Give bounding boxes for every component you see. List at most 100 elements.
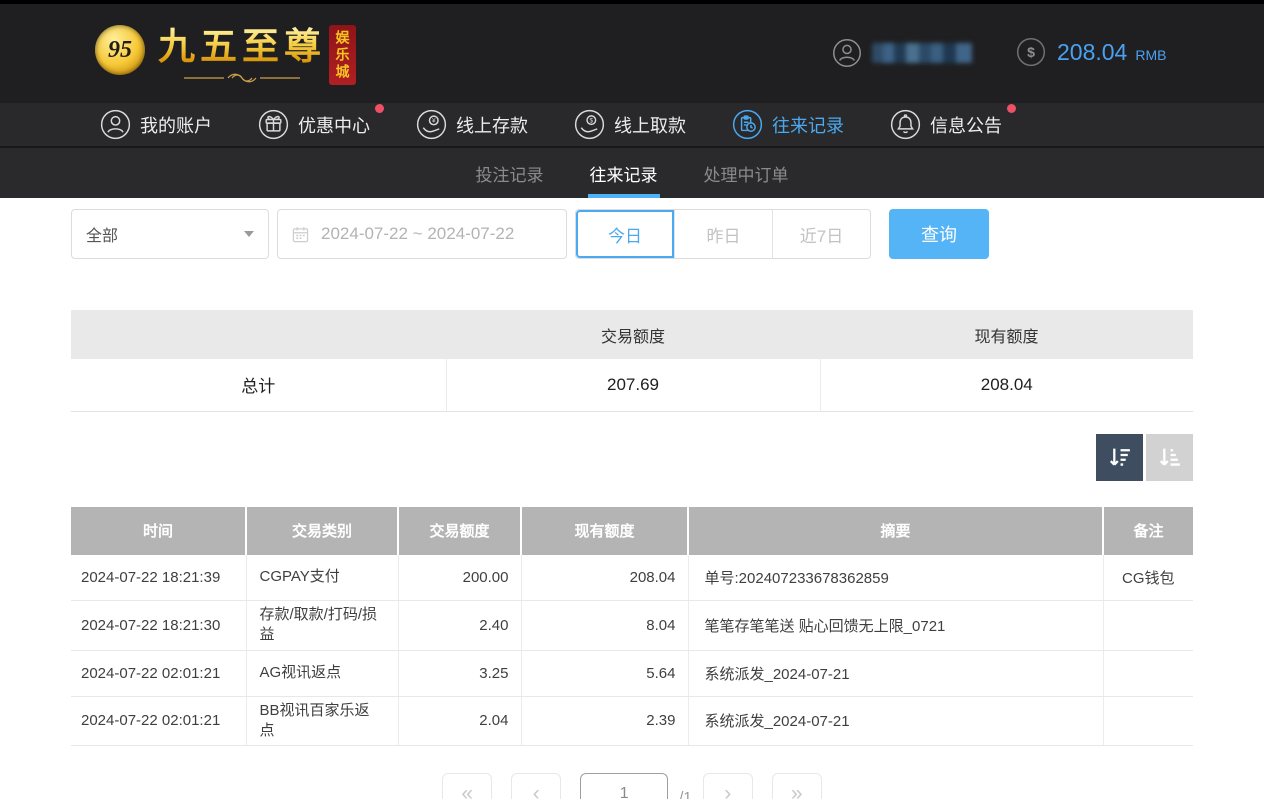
table-row: 2024-07-22 02:01:21 BB视讯百家乐返点 2.04 2.39 … bbox=[71, 696, 1193, 746]
category-select[interactable]: 全部 bbox=[71, 209, 269, 259]
nav-item-promotions[interactable]: 优惠中心 bbox=[258, 109, 370, 140]
sort-asc-icon bbox=[1156, 444, 1183, 471]
records-icon bbox=[732, 109, 763, 140]
cell-remark bbox=[1103, 696, 1193, 746]
summary-header-empty bbox=[71, 310, 446, 359]
username-redacted bbox=[872, 43, 972, 63]
summary-total-row: 总计 207.69 208.04 bbox=[71, 359, 1193, 411]
svg-text:¥: ¥ bbox=[432, 118, 436, 125]
page: 95 九五至尊 娱乐城 bbox=[0, 0, 1264, 799]
balance-amount: 208.04 bbox=[1057, 39, 1127, 66]
quick-range-last7days[interactable]: 近7日 bbox=[772, 210, 870, 258]
date-range-input[interactable]: 2024-07-22 ~ 2024-07-22 bbox=[277, 209, 567, 259]
pagination-last-button[interactable]: » bbox=[772, 773, 822, 799]
logo-flourish-ornament bbox=[182, 72, 302, 84]
cell-type: CGPAY支付 bbox=[246, 555, 398, 601]
avatar-icon bbox=[832, 38, 862, 68]
summary-total-label: 总计 bbox=[71, 359, 446, 411]
tab-betting-records[interactable]: 投注记录 bbox=[474, 148, 546, 198]
tab-label: 往来记录 bbox=[590, 161, 658, 186]
summary-header-transaction: 交易额度 bbox=[446, 310, 820, 359]
deposit-icon: ¥ bbox=[416, 109, 447, 140]
gift-icon bbox=[258, 109, 289, 140]
summary-header-balance: 现有额度 bbox=[820, 310, 1193, 359]
nav-item-my-account[interactable]: 我的账户 bbox=[100, 109, 212, 140]
table-header-row: 时间 交易类别 交易额度 现有额度 摘要 备注 bbox=[71, 507, 1193, 555]
tab-processing-orders[interactable]: 处理中订单 bbox=[702, 148, 791, 198]
cell-amount: 2.04 bbox=[398, 696, 521, 746]
site-logo[interactable]: 95 九五至尊 娱乐城 bbox=[95, 16, 356, 85]
logo-text: 九五至尊 bbox=[158, 16, 326, 84]
notification-dot bbox=[1007, 104, 1016, 113]
cell-balance: 208.04 bbox=[521, 555, 688, 601]
cell-summary: 系统派发_2024-07-21 bbox=[688, 650, 1103, 696]
content: 全部 2024-07-22 ~ 2024-07-22 今日 bbox=[71, 209, 1193, 799]
nav-label: 优惠中心 bbox=[298, 112, 370, 138]
search-button[interactable]: 查询 bbox=[889, 209, 989, 259]
cell-balance: 2.39 bbox=[521, 696, 688, 746]
cell-type: 存款/取款/打码/损益 bbox=[246, 601, 398, 651]
cell-type: BB视讯百家乐返点 bbox=[246, 696, 398, 746]
table-row: 2024-07-22 02:01:21 AG视讯返点 3.25 5.64 系统派… bbox=[71, 650, 1193, 696]
balance-currency: RMB bbox=[1135, 42, 1166, 63]
summary-total-transaction: 207.69 bbox=[446, 359, 820, 411]
pagination-page-input[interactable] bbox=[580, 773, 668, 799]
tab-transaction-records[interactable]: 往来记录 bbox=[588, 148, 660, 198]
nav-item-online-withdrawal[interactable]: $ 线上取款 bbox=[574, 109, 686, 140]
nav-item-transaction-records[interactable]: 往来记录 bbox=[732, 109, 844, 140]
sort-descending-button[interactable] bbox=[1096, 434, 1143, 481]
pagination-first-button[interactable]: « bbox=[442, 773, 492, 799]
svg-text:$: $ bbox=[1027, 44, 1035, 60]
tab-label: 处理中订单 bbox=[704, 161, 789, 186]
filter-row: 全部 2024-07-22 ~ 2024-07-22 今日 bbox=[71, 209, 1193, 259]
cell-remark: CG钱包 bbox=[1103, 555, 1193, 601]
pagination-prev-button[interactable]: ‹ bbox=[511, 773, 561, 799]
sort-controls bbox=[71, 434, 1193, 481]
sort-ascending-button[interactable] bbox=[1146, 434, 1193, 481]
table-row: 2024-07-22 18:21:39 CGPAY支付 200.00 208.0… bbox=[71, 555, 1193, 601]
record-tabs: 投注记录 往来记录 处理中订单 bbox=[0, 148, 1264, 198]
cell-amount: 200.00 bbox=[398, 555, 521, 601]
nav-label: 线上存款 bbox=[456, 112, 528, 138]
notification-dot bbox=[375, 104, 384, 113]
pagination-total-pages: /1 bbox=[679, 773, 692, 799]
pagination-next-button[interactable]: › bbox=[703, 773, 753, 799]
main-nav: 我的账户 优惠中心 ¥ bbox=[0, 103, 1264, 148]
quick-range-label: 今日 bbox=[608, 222, 642, 247]
tab-label: 投注记录 bbox=[476, 161, 544, 186]
cell-summary: 系统派发_2024-07-21 bbox=[688, 696, 1103, 746]
cell-type: AG视讯返点 bbox=[246, 650, 398, 696]
calendar-icon bbox=[292, 226, 309, 243]
transactions-table: 时间 交易类别 交易额度 现有额度 摘要 备注 2024-07-22 18:21… bbox=[71, 507, 1193, 747]
cell-amount: 3.25 bbox=[398, 650, 521, 696]
cell-time: 2024-07-22 18:21:30 bbox=[71, 601, 246, 651]
column-header-amount: 交易额度 bbox=[398, 507, 521, 555]
sort-desc-icon bbox=[1106, 444, 1133, 471]
date-range-value: 2024-07-22 ~ 2024-07-22 bbox=[321, 224, 514, 244]
nav-label: 线上取款 bbox=[614, 112, 686, 138]
user-account[interactable] bbox=[832, 38, 972, 68]
logo-monogram: 95 bbox=[108, 37, 132, 64]
cell-remark bbox=[1103, 601, 1193, 651]
balance[interactable]: $ 208.04 RMB bbox=[1016, 37, 1166, 67]
quick-range-label: 昨日 bbox=[707, 222, 741, 247]
nav-label: 往来记录 bbox=[772, 112, 844, 138]
quick-range-yesterday[interactable]: 昨日 bbox=[674, 210, 772, 258]
quick-range-today[interactable]: 今日 bbox=[576, 210, 674, 258]
table-row: 2024-07-22 18:21:30 存款/取款/打码/损益 2.40 8.0… bbox=[71, 601, 1193, 651]
summary-table: 交易额度 现有额度 总计 207.69 208.04 bbox=[71, 310, 1193, 412]
nav-item-announcements[interactable]: 信息公告 bbox=[890, 109, 1002, 140]
cell-time: 2024-07-22 02:01:21 bbox=[71, 650, 246, 696]
cell-summary: 笔笔存笔笔送 贴心回馈无上限_0721 bbox=[688, 601, 1103, 651]
user-icon bbox=[100, 109, 131, 140]
quick-range-label: 近7日 bbox=[800, 222, 843, 247]
withdraw-icon: $ bbox=[574, 109, 605, 140]
column-header-time: 时间 bbox=[71, 507, 246, 555]
quick-range-group: 今日 昨日 近7日 bbox=[575, 209, 871, 259]
nav-item-online-deposit[interactable]: ¥ 线上存款 bbox=[416, 109, 528, 140]
column-header-remark: 备注 bbox=[1103, 507, 1193, 555]
site-header: 95 九五至尊 娱乐城 bbox=[0, 0, 1264, 103]
logo-badge: 娱乐城 bbox=[329, 25, 356, 85]
logo-title: 九五至尊 bbox=[158, 24, 326, 70]
column-header-balance: 现有额度 bbox=[521, 507, 688, 555]
